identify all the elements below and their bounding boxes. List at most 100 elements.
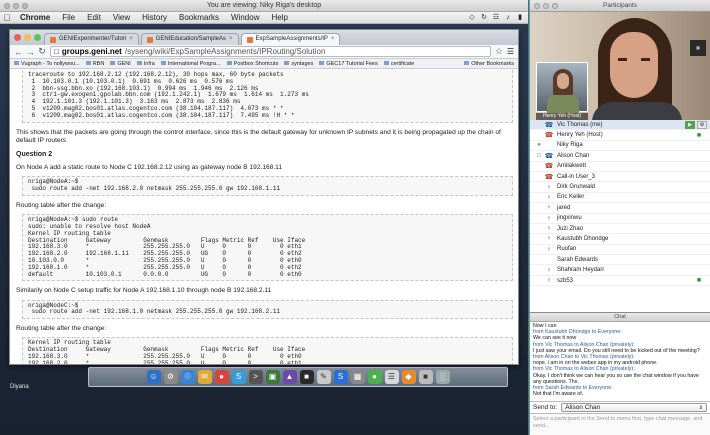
participant-row[interactable]: ♀ Shahram Heydari <box>530 265 710 276</box>
participant-row[interactable]: ☎ Vic Thomas (me) ▶ ⚙ <box>530 120 710 131</box>
menu-history[interactable]: History <box>136 12 173 24</box>
battery-icon[interactable]: ▮ <box>516 14 524 22</box>
menu-edit[interactable]: Edit <box>81 12 107 24</box>
bookmark-star-icon[interactable]: ☆ <box>495 46 503 57</box>
minimize-window-icon[interactable] <box>24 34 31 41</box>
menu-window[interactable]: Window <box>225 12 265 24</box>
wifi-icon[interactable]: ☲ <box>492 14 500 22</box>
close-tab-icon[interactable]: × <box>129 34 133 45</box>
app-icon[interactable]: ◆ <box>401 370 416 384</box>
bookmark-item[interactable]: Infra <box>137 61 155 67</box>
paragraph: This shows that the packets are going th… <box>16 128 501 144</box>
sync-icon[interactable]: ↻ <box>480 14 488 22</box>
close-tab-icon[interactable]: × <box>229 34 233 45</box>
menu-view[interactable]: View <box>107 12 136 24</box>
app-icon[interactable]: ☰ <box>384 370 399 384</box>
chrome-menu-icon[interactable]: ☰ <box>507 47 514 56</box>
participant-row[interactable]: ☎ Call-in User_3 <box>530 172 710 183</box>
app-icon[interactable]: ■ <box>418 370 433 384</box>
participant-row[interactable]: ☎ Amilakwett <box>530 162 710 172</box>
host-video-label: Henry Yeh (Host) <box>536 113 588 120</box>
volume-icon[interactable]: ♪ <box>504 14 512 22</box>
send-to-row: Send to: Alison Chan ⇕ <box>530 401 710 413</box>
bookmark-item[interactable]: Vugraph - To nollywou... <box>14 61 80 67</box>
participant-name: Niky Riga <box>557 142 583 149</box>
remote-view-title: You are viewing: Niky Riga's desktop <box>206 2 322 9</box>
bookmark-item[interactable]: certificate <box>384 61 415 67</box>
other-bookmarks[interactable]: Other Bookmarks <box>464 61 518 67</box>
safari-icon[interactable]: ☉ <box>180 370 195 384</box>
back-icon[interactable]: ← <box>14 47 23 57</box>
window-controls[interactable] <box>534 3 558 9</box>
chat-input[interactable]: Select a participant in the Send to menu… <box>530 413 710 435</box>
skype-icon[interactable]: S <box>231 370 246 384</box>
close-window-icon[interactable] <box>14 34 21 41</box>
participant-row[interactable]: ♀ Kaustubh Dhondge <box>530 234 710 245</box>
participant-row[interactable]: □ ☎ Alison Chan <box>530 151 710 162</box>
bookmark-item[interactable]: syntages <box>284 61 313 67</box>
window-traffic-lights[interactable] <box>14 34 41 41</box>
dock: ☺ ⚙ ☉ ✉ ● S > ▣ ▲ ■ ✎ S ▦ ● ☰ ◆ ■ ░ <box>88 367 508 387</box>
menu-file[interactable]: File <box>56 12 81 24</box>
active-speaker-video[interactable]: ▦ Henry Yeh (Host) <box>530 12 710 120</box>
apple-icon[interactable]:  <box>0 13 14 23</box>
dropbox-icon[interactable]: ◇ <box>468 14 476 22</box>
participant-row[interactable]: ♀ szb53 ■ <box>530 276 710 287</box>
zoom-window-icon[interactable] <box>34 34 41 41</box>
participants-titlebar: Participants <box>530 0 710 12</box>
participant-name: Henry Yeh (Host) <box>557 132 603 139</box>
participant-row[interactable]: ☎ Henry Yeh (Host) ■ <box>530 130 710 141</box>
participant-name: Kaustubh Dhondge <box>557 235 609 242</box>
preview-icon[interactable]: ✎ <box>316 370 331 384</box>
bookmark-item[interactable]: GENI <box>110 61 130 67</box>
address-bar[interactable]: □ groups.geni.net/syseng/wiki/ExpSampleA… <box>50 46 491 57</box>
window-controls[interactable] <box>4 3 28 9</box>
system-preferences-icon[interactable]: ⚙ <box>163 370 178 384</box>
participant-name: Eric Keller <box>557 194 585 201</box>
phone-muted-icon: ☎ <box>544 132 554 140</box>
participant-row[interactable]: ♀ Juzi Zhao <box>530 224 710 235</box>
app-icon[interactable]: ▲ <box>282 370 297 384</box>
participant-row[interactable]: ♀ Eric Keller <box>530 193 710 204</box>
participant-name: Call-in User_3 <box>557 173 596 180</box>
participant-row[interactable]: ♀ Dirk Grunwald <box>530 182 710 193</box>
paragraph: Routing table after the change: <box>16 201 107 209</box>
app-icon[interactable]: ▣ <box>265 370 280 384</box>
terminal-icon[interactable]: > <box>248 370 263 384</box>
video-on-icon[interactable]: ▶ <box>685 120 695 129</box>
menu-help[interactable]: Help <box>265 12 293 24</box>
close-tab-icon[interactable]: × <box>331 34 335 45</box>
participant-row[interactable]: ● Niky Riga <box>530 141 710 152</box>
settings-icon[interactable]: ⚙ <box>697 120 707 129</box>
tab-geni-experimenter[interactable]: GENIExperimenter/Tutori × <box>44 33 139 45</box>
app-icon[interactable]: ● <box>367 370 382 384</box>
participant-name: Vic Thomas (me) <box>557 121 603 128</box>
app-icon[interactable]: ■ <box>299 370 314 384</box>
chrome-icon[interactable]: ● <box>214 370 229 384</box>
trash-icon[interactable]: ░ <box>435 370 450 384</box>
laptop-icon: □ <box>537 152 541 159</box>
favicon-icon <box>246 36 253 43</box>
host-video-thumbnail[interactable] <box>536 62 588 113</box>
bookmark-item[interactable]: Postbox Shortcuts <box>227 61 279 67</box>
bookmark-item[interactable]: GEC17 Tutorial Fees <box>319 61 377 67</box>
mail-icon[interactable]: ✉ <box>197 370 212 384</box>
tab-exp-sample-assignments[interactable]: ExpSampleAssignments/IP × <box>240 33 341 45</box>
app-icon[interactable]: ▦ <box>350 370 365 384</box>
bookmark-item[interactable]: International Progra... <box>161 61 221 67</box>
forward-icon[interactable]: → <box>26 47 35 57</box>
participant-row[interactable]: ♀ jingxinwu <box>530 214 710 224</box>
participant-row[interactable]: Sarah Edwards <box>530 255 710 266</box>
tab-geni-education[interactable]: GENIEducation/SampleAs × <box>140 33 239 45</box>
bookmark-item[interactable]: RBN <box>86 61 105 67</box>
skype-icon[interactable]: S <box>333 370 348 384</box>
chat-message: Okay. I don't think we can hear you so u… <box>533 372 699 385</box>
reload-icon[interactable]: ↻ <box>38 46 46 57</box>
participant-row[interactable]: ♀ jared <box>530 203 710 214</box>
menu-chrome[interactable]: Chrome <box>14 12 56 24</box>
participant-row[interactable]: ♀ Ruofan <box>530 245 710 256</box>
send-to-select[interactable]: Alison Chan ⇕ <box>561 403 707 412</box>
menu-bookmarks[interactable]: Bookmarks <box>173 12 225 24</box>
phone-muted-icon: ☎ <box>544 173 554 181</box>
finder-icon[interactable]: ☺ <box>146 370 161 384</box>
